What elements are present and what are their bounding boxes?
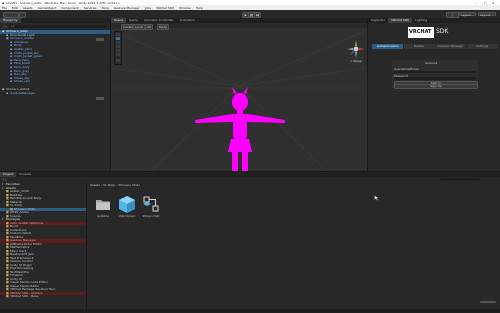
close-button[interactable]: ✕ bbox=[492, 1, 495, 5]
persp-label[interactable]: < Persp bbox=[350, 59, 362, 63]
project-panel: Project Console ▾ Favorites ▾ Assets ■ Avatar_… bbox=[0, 172, 500, 309]
mouse-cursor-icon bbox=[374, 195, 380, 201]
window-title: LilySB1 - Shiroeru_AAIG - Windows, Mac, … bbox=[6, 0, 121, 5]
prefab-variant-icon bbox=[143, 196, 159, 212]
custom-tool-icon[interactable] bbox=[116, 59, 120, 62]
icon-size-slider[interactable] bbox=[480, 301, 496, 303]
project-folder-tree: ▾ Favorites ▾ Assets ■ Avatar_Cloth ■ Bubbles ■ I… bbox=[0, 183, 86, 309]
layout-dropdown[interactable]: Layout bbox=[478, 11, 496, 17]
asset-label: Animation bbox=[96, 215, 110, 218]
asset-item[interactable]: Chibi Shiroeru bbox=[117, 190, 137, 224]
project-tree-label: VRChat SDK - Base bbox=[10, 294, 39, 298]
tab-inspector[interactable]: Lighting bbox=[412, 18, 430, 23]
transform-tool-icon[interactable] bbox=[116, 53, 120, 56]
asset-grid: Animation Chibi Shiroeru Shiroeru Chibi bbox=[90, 190, 490, 230]
sdk-tab[interactable]: Settings bbox=[466, 44, 498, 49]
menu-item[interactable]: Edit bbox=[12, 6, 18, 10]
account-panel-title: Account bbox=[425, 61, 438, 65]
hierarchy-search-input[interactable]: All bbox=[9, 23, 107, 28]
menu-items: File Edit Assets GameObject Component Service… bbox=[2, 6, 208, 10]
scene-view-panel: Scene Game Animator Controller Animation Ce… bbox=[111, 18, 367, 171]
inspector-panel: Inspector VRChat SDK Lighting VRCHAT SDK A… bbox=[368, 18, 500, 171]
hand-tool-icon[interactable] bbox=[116, 33, 120, 36]
sign-up-button[interactable]: Sign Up bbox=[394, 84, 478, 89]
sdk-tab[interactable]: Authentication bbox=[372, 44, 403, 49]
prefab-icon bbox=[119, 196, 135, 213]
menu-item[interactable]: Component bbox=[61, 6, 78, 10]
breadcrumb-separator-icon: › bbox=[100, 183, 102, 187]
sdk-logo-text: SDK bbox=[436, 28, 449, 35]
menu-item[interactable]: Help bbox=[196, 6, 203, 10]
scene2-options-badge[interactable] bbox=[96, 97, 104, 100]
menu-item[interactable]: Assets bbox=[23, 6, 33, 10]
tool-palette bbox=[114, 31, 122, 65]
scene-options-badge[interactable] bbox=[96, 38, 104, 41]
scale-tool-icon[interactable] bbox=[116, 45, 120, 48]
create-asset-button[interactable] bbox=[3, 178, 7, 181]
asset-item[interactable]: Shiroeru Chibi bbox=[141, 190, 161, 224]
maximize-button[interactable]: □ bbox=[484, 1, 487, 5]
hierarchy-search-placeholder: All bbox=[11, 23, 15, 28]
vrchat-logo-text: VRCHAT bbox=[409, 29, 432, 35]
layers-dropdown[interactable]: Layers bbox=[459, 11, 476, 17]
hierarchy-item[interactable]: ▪ Shoes_red bbox=[0, 80, 110, 84]
breadcrumb: Assets›VL Shop›Shiroeru Chibi bbox=[90, 183, 140, 187]
account-panel: Account Username/Email Password Sign In … bbox=[392, 60, 478, 89]
add-object-button[interactable] bbox=[3, 25, 7, 28]
status-bar bbox=[0, 309, 500, 313]
asset-item[interactable]: Animation bbox=[93, 190, 113, 224]
vrchat-logo: VRCHAT bbox=[408, 27, 434, 38]
asset-label: Chibi Shiroeru bbox=[118, 215, 136, 218]
menu-item[interactable]: Tools bbox=[101, 6, 108, 10]
project-tab-strip: Project Console bbox=[0, 172, 500, 177]
hierarchy-item[interactable]: ▪ GestureManager bbox=[0, 90, 110, 96]
asset-label: Shiroeru Chibi bbox=[142, 215, 160, 218]
hierarchy-tab-strip: Hierarchy bbox=[0, 18, 110, 23]
minimize-button[interactable]: – bbox=[476, 1, 478, 5]
menu-item[interactable]: VRChat SDK bbox=[156, 6, 174, 10]
orientation-gizmo[interactable] bbox=[347, 40, 365, 58]
avatar-model[interactable] bbox=[195, 87, 285, 171]
rect-tool-icon[interactable] bbox=[116, 49, 120, 52]
folder-icon bbox=[96, 200, 110, 210]
gameobject-icon: ▪ bbox=[10, 79, 13, 84]
project-splitter[interactable] bbox=[86, 183, 87, 309]
password-field[interactable] bbox=[394, 77, 476, 80]
menu-item[interactable]: Gesture Manager bbox=[114, 6, 140, 10]
sdk-tab[interactable]: Content Manager bbox=[435, 44, 466, 49]
tab-inspector[interactable]: Inspector bbox=[368, 18, 388, 23]
sdk-tab-strip: Authentication Builder Content Manager Sett… bbox=[372, 44, 498, 49]
scene-viewport[interactable] bbox=[111, 28, 367, 171]
hierarchy-panel: Hierarchy All ◆ Shiroeru_AAIG ▪ Directional… bbox=[0, 18, 110, 171]
folder-icon: ■ bbox=[6, 294, 9, 298]
project-search-input[interactable] bbox=[440, 178, 480, 181]
breadcrumb-item[interactable]: Assets bbox=[90, 183, 100, 187]
tab-project[interactable]: Project bbox=[0, 172, 17, 177]
menu-item[interactable]: Jobs bbox=[145, 6, 151, 10]
breadcrumb-item[interactable]: Shiroeru Chibi bbox=[118, 183, 139, 187]
breadcrumb-item[interactable]: VL Shop bbox=[103, 183, 115, 187]
menu-item[interactable]: Window bbox=[179, 6, 191, 10]
unity-logo-icon: ◆ bbox=[2, 0, 5, 5]
menu-item[interactable]: Services bbox=[84, 6, 97, 10]
tab-hierarchy[interactable]: Hierarchy bbox=[0, 18, 21, 23]
main-toolbar: Layers Layout bbox=[0, 10, 500, 18]
sdk-tab[interactable]: Builder bbox=[403, 44, 435, 49]
tab-inspector[interactable]: VRChat SDK bbox=[388, 18, 413, 23]
menu-item[interactable]: File bbox=[2, 6, 7, 10]
hierarchy-item-label: Shoes_red bbox=[14, 79, 30, 84]
project-tree-item[interactable]: ■ VRChat SDK - Base bbox=[0, 294, 86, 299]
menu-item[interactable]: GameObject bbox=[38, 6, 57, 10]
gameobject-icon: ▪ bbox=[6, 90, 9, 95]
move-tool-icon[interactable] bbox=[116, 37, 120, 40]
rotate-tool-icon[interactable] bbox=[116, 41, 120, 44]
tab-project[interactable]: Console bbox=[16, 172, 34, 177]
hierarchy-item-label: GestureManager bbox=[10, 90, 35, 95]
inspector-tab-strip: Inspector VRChat SDK Lighting bbox=[368, 18, 500, 23]
